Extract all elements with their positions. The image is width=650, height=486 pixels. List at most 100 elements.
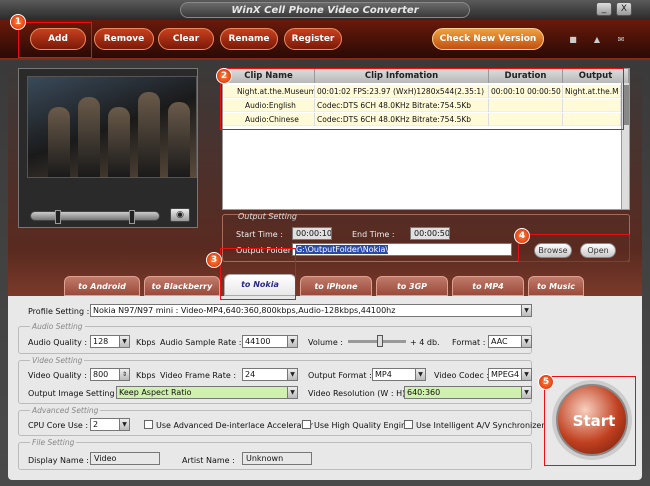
clear-button[interactable]: Clear (158, 28, 214, 50)
audio-format-value: AAC (491, 337, 508, 346)
output-image-setting-value: Keep Aspect Ratio (119, 388, 192, 397)
volume-label: Volume : (308, 338, 343, 347)
stepper-arrows-icon[interactable]: ⇕ (119, 369, 129, 380)
video-quality-label: Video Quality : (28, 371, 87, 380)
preview-figure (138, 92, 160, 177)
video-codec-select[interactable]: MPEG4 ▼ (488, 368, 532, 381)
video-resolution-select[interactable]: 640:360 ▼ (404, 386, 532, 399)
preview-figure (168, 102, 190, 177)
step-badge: 1 (10, 14, 26, 30)
close-button[interactable]: X (616, 2, 632, 16)
rename-button[interactable]: Rename (220, 28, 278, 50)
app-title: WinX Cell Phone Video Converter (180, 2, 470, 18)
video-setting-legend: Video Setting (30, 356, 85, 365)
display-name-field[interactable]: Video (90, 452, 160, 465)
tab-mp4[interactable]: to MP4 (452, 276, 524, 296)
toolbar: Add Remove Clear Rename Register Check N… (0, 20, 650, 60)
tab-blackberry[interactable]: to Blackberry (144, 276, 220, 296)
output-setting-legend: Output Setting (238, 212, 297, 221)
audio-format-label: Format : (452, 338, 486, 347)
cpu-core-select[interactable]: 2 ▼ (90, 418, 130, 431)
chevron-down-icon: ▼ (287, 336, 297, 347)
lock-icon[interactable]: ■ (568, 36, 578, 44)
profile-label: Profile Setting : (28, 307, 90, 316)
kbps-unit: Kbps (136, 371, 156, 380)
highlight-box (518, 234, 630, 262)
step-badge: 5 (538, 374, 554, 390)
chevron-down-icon: ▼ (119, 336, 129, 347)
profile-select[interactable]: Nokia N97/N97 mini : Video-MP4,640:360,8… (90, 304, 532, 317)
video-frame-rate-value: 24 (245, 370, 256, 379)
audio-quality-label: Audio Quality : (28, 338, 88, 347)
av-sync-label: Use Intelligent A/V Synchronizer (416, 421, 545, 430)
title-bar: WinX Cell Phone Video Converter _ X (0, 0, 650, 20)
chevron-down-icon: ▼ (521, 387, 531, 398)
artist-name-field[interactable]: Unknown (242, 452, 312, 465)
end-time-label: End Time : (352, 230, 395, 239)
audio-format-select[interactable]: AAC ▼ (488, 335, 532, 348)
tab-iphone[interactable]: to iPhone (300, 276, 372, 296)
output-folder-field[interactable]: G:\OutputFolder\Nokia\ (292, 243, 512, 256)
preview-figure (108, 107, 130, 177)
video-quality-value: 800 (93, 370, 109, 379)
audio-sample-rate-value: 44100 (245, 337, 271, 346)
snapshot-camera-icon[interactable]: ◉ (170, 208, 190, 222)
high-quality-label: Use High Quality Engine (314, 421, 411, 430)
start-time-field[interactable]: 00:00:10 (292, 227, 332, 240)
tab-3gp[interactable]: to 3GP (376, 276, 448, 296)
tab-music[interactable]: to Music (528, 276, 584, 296)
audio-sample-rate-select[interactable]: 44100 ▼ (242, 335, 298, 348)
deinterlace-label: Use Advanced De-interlace Accelerator (156, 421, 313, 430)
video-codec-label: Video Codec : (434, 371, 490, 380)
step-badge: 4 (514, 228, 530, 244)
av-sync-checkbox[interactable] (404, 420, 413, 429)
remove-button[interactable]: Remove (94, 28, 154, 50)
trim-end-handle[interactable] (129, 210, 135, 224)
deinterlace-checkbox[interactable] (144, 420, 153, 429)
volume-slider-thumb[interactable] (376, 335, 383, 347)
chevron-down-icon: ▼ (521, 336, 531, 347)
home-icon[interactable]: ▲ (592, 36, 602, 44)
video-frame-rate-label: Video Frame Rate : (160, 371, 237, 380)
high-quality-checkbox[interactable] (302, 420, 311, 429)
video-codec-value: MPEG4 (491, 370, 520, 379)
chevron-down-icon: ▼ (521, 305, 531, 316)
chevron-down-icon: ▼ (521, 369, 531, 380)
highlight-box (220, 68, 624, 130)
chevron-down-icon: ▼ (119, 419, 129, 430)
video-resolution-value: 640:360 (407, 388, 441, 397)
end-time-field[interactable]: 00:00:50 (410, 227, 450, 240)
trim-slider[interactable] (30, 210, 160, 224)
preview-figure (48, 107, 70, 177)
mail-icon[interactable]: ✉ (616, 36, 626, 44)
trim-start-handle[interactable] (55, 210, 61, 224)
audio-setting-legend: Audio Setting (30, 322, 85, 331)
video-quality-stepper[interactable]: 800 ⇕ (90, 368, 130, 381)
tab-android[interactable]: to Android (64, 276, 140, 296)
video-resolution-label: Video Resolution (W : H) : (308, 389, 411, 398)
check-new-version-button[interactable]: Check New Version (432, 28, 544, 50)
video-preview (27, 76, 197, 178)
video-frame-rate-select[interactable]: 24 ▼ (242, 368, 298, 381)
chevron-down-icon: ▼ (287, 387, 297, 398)
highlight-box (18, 22, 92, 58)
profile-value: Nokia N97/N97 mini : Video-MP4,640:360,8… (93, 306, 396, 315)
register-button[interactable]: Register (284, 28, 342, 50)
volume-value: + 4 db. (410, 338, 440, 347)
output-image-setting-select[interactable]: Keep Aspect Ratio ▼ (116, 386, 298, 399)
audio-quality-value: 128 (93, 337, 109, 346)
step-badge: 3 (206, 252, 222, 268)
volume-slider[interactable] (348, 335, 406, 347)
cpu-core-value: 2 (93, 420, 99, 429)
output-format-label: Output Format : (308, 371, 372, 380)
settings-panel: Profile Setting : Nokia N97/N97 mini : V… (16, 296, 545, 474)
output-format-value: MP4 (375, 370, 392, 379)
audio-sample-rate-label: Audio Sample Rate : (160, 338, 242, 347)
chevron-down-icon: ▼ (287, 369, 297, 380)
minimize-button[interactable]: _ (596, 2, 612, 16)
preview-figure (78, 97, 100, 177)
audio-quality-select[interactable]: 128 ▼ (90, 335, 130, 348)
output-format-select[interactable]: MP4 ▼ (372, 368, 426, 381)
output-folder-value: G:\OutputFolder\Nokia\ (296, 245, 389, 254)
display-name-label: Display Name : (28, 456, 89, 465)
